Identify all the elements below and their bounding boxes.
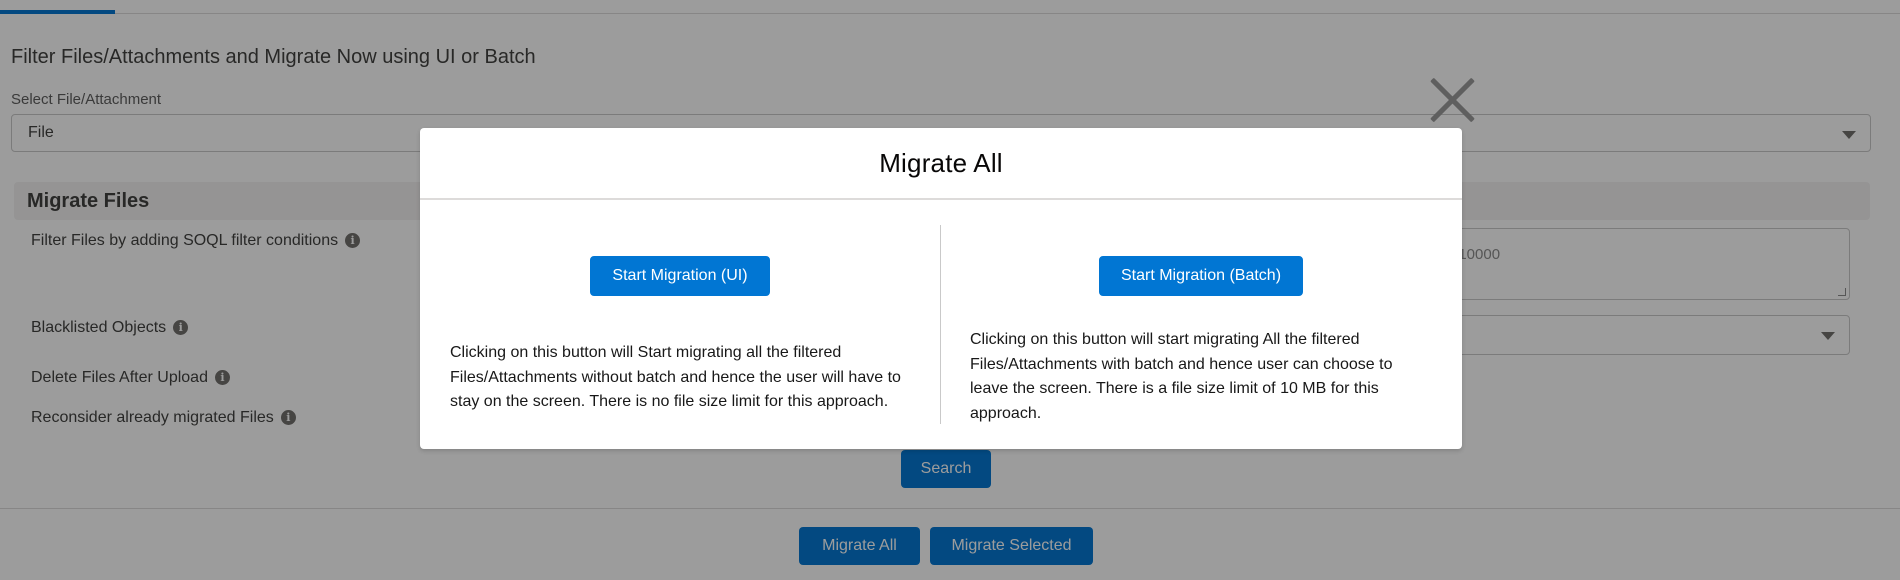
- migrate-all-modal: Migrate All Start Migration (UI) Clickin…: [420, 128, 1462, 449]
- batch-description: Clicking on this button will start migra…: [970, 331, 1393, 422]
- start-migration-batch-button[interactable]: Start Migration (Batch): [1099, 256, 1303, 296]
- ui-description: Clicking on this button will Start migra…: [450, 344, 901, 410]
- close-icon[interactable]: [1426, 74, 1478, 126]
- start-migration-ui-button[interactable]: Start Migration (UI): [590, 256, 770, 296]
- modal-column-divider: [940, 225, 941, 424]
- modal-header: Migrate All: [420, 128, 1462, 200]
- modal-title: Migrate All: [879, 147, 1003, 178]
